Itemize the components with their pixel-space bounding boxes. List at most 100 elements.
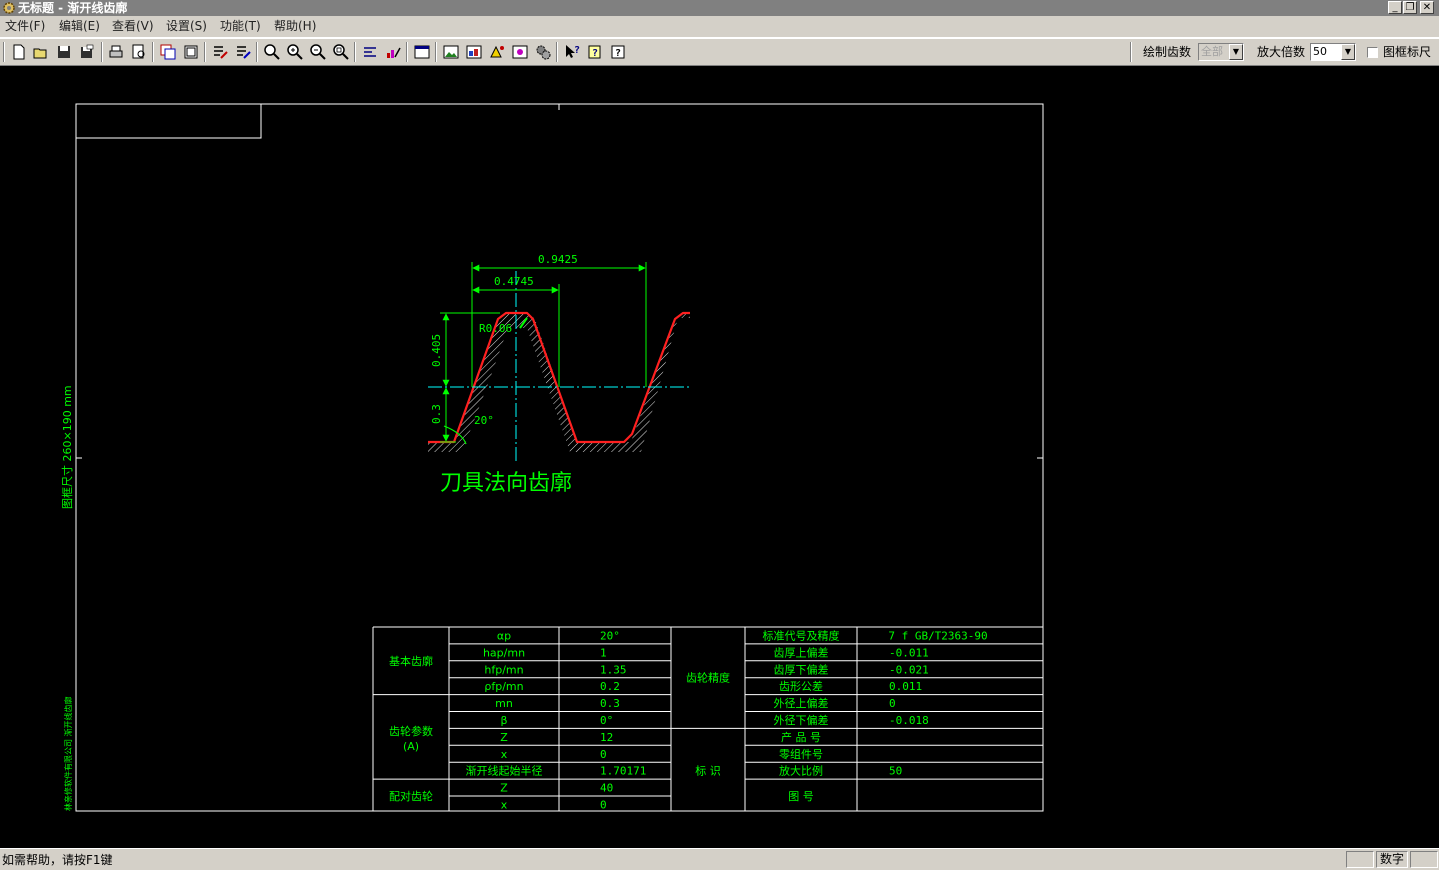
tip-radius-dimension: R0.06 — [479, 322, 512, 335]
param-name: hfp/mn — [484, 663, 523, 676]
spec-name: 齿厚上偏差 — [774, 645, 829, 659]
zoom-in-icon[interactable] — [263, 43, 281, 61]
spec-value: 0 — [889, 697, 896, 710]
menu-function[interactable]: 功能(T) — [220, 16, 261, 37]
gear-params-label: 齿轮参数 — [389, 724, 433, 738]
param-value: 0.3 — [600, 697, 620, 710]
param-name: hap/mn — [483, 646, 525, 659]
gear-count-label: 绘制齿数 — [1143, 45, 1192, 59]
print-icon[interactable] — [107, 43, 125, 61]
image-b-icon[interactable] — [465, 43, 483, 61]
context-help-icon[interactable]: ? — [563, 43, 581, 61]
app-gear-icon — [3, 2, 15, 14]
spec-name: 标准代号及精度 — [763, 628, 840, 642]
close-button[interactable]: ✕ — [1420, 1, 1434, 14]
about-help-icon[interactable]: ? — [609, 43, 627, 61]
edit-a-icon[interactable] — [211, 43, 229, 61]
help-status-text: 如需帮助，请按F1键 — [2, 853, 113, 867]
menu-file[interactable]: 文件(F) — [5, 16, 45, 37]
edit-b-icon[interactable] — [234, 43, 252, 61]
restore-button[interactable]: ❐ — [1403, 1, 1417, 14]
gear-count-select[interactable]: 全部 ▼ — [1198, 43, 1244, 61]
marking-label: 标 识 — [695, 764, 721, 778]
param-value: 20° — [600, 630, 620, 643]
status-pane-empty — [1346, 851, 1374, 868]
gear-params-sub-label: (A) — [403, 740, 419, 753]
spec-name: 放大比例 — [779, 764, 823, 778]
spec-name: 外径上偏差 — [774, 696, 829, 710]
toolbar: ? ? ? 绘制齿数 全部 ▼ 放大倍数 50 ▼ 图框标尺 — [0, 38, 1439, 66]
image-d-icon[interactable] — [511, 43, 529, 61]
spec-name: 图 号 — [788, 790, 814, 803]
menu-help[interactable]: 帮助(H) — [274, 16, 316, 37]
frame-icon[interactable] — [182, 43, 200, 61]
image-a-icon[interactable] — [442, 43, 460, 61]
spec-value: 7 f GB/T2363-90 — [888, 629, 987, 642]
open-folder-icon[interactable] — [32, 43, 50, 61]
spec-value: 50 — [889, 765, 902, 778]
chevron-down-icon: ▼ — [1229, 44, 1243, 60]
company-label: 林亲修软件有限公司 渐开线齿廓 — [63, 696, 73, 811]
frame-ruler-checkbox[interactable] — [1367, 47, 1378, 58]
save-as-icon[interactable] — [78, 43, 96, 61]
save-icon[interactable] — [55, 43, 73, 61]
spec-value: -0.021 — [889, 663, 929, 676]
window-title: 无标题 - 渐开线齿廓 — [18, 1, 128, 15]
copy-frame-icon[interactable] — [159, 43, 177, 61]
basic-profile-label: 基本齿廓 — [389, 654, 433, 668]
title-bar: 无标题 - 渐开线齿廓 _ ❐ ✕ — [0, 0, 1439, 16]
title-block-corner — [75, 103, 262, 139]
num-lock-indicator: 数字 — [1376, 851, 1408, 868]
menu-view[interactable]: 查看(V) — [112, 16, 154, 37]
gears-icon[interactable] — [534, 43, 552, 61]
param-value: 0.2 — [600, 680, 620, 693]
align-text-icon[interactable] — [361, 43, 379, 61]
param-value: 0 — [600, 748, 607, 761]
drawing-canvas[interactable]: 图框尺寸 260×190 mm 林亲修软件有限公司 渐开线齿廓 0.9425 0… — [0, 66, 1439, 848]
settings-panel-icon[interactable] — [413, 43, 431, 61]
spec-value: 0.011 — [889, 680, 922, 693]
spec-name: 产 品 号 — [781, 730, 821, 744]
zoom-window-icon[interactable] — [332, 43, 350, 61]
edit-chart-icon[interactable] — [384, 43, 402, 61]
param-value: 1 — [600, 646, 607, 659]
pressure-angle: 20° — [474, 414, 494, 427]
frame-size-label: 图框尺寸 260×190 mm — [60, 385, 74, 509]
dedendum-dimension: 0.3 — [430, 404, 443, 424]
zoom-label: 放大倍数 — [1257, 45, 1306, 59]
spec-name: 零组件号 — [779, 747, 823, 761]
param-value: 1.70171 — [600, 765, 646, 778]
new-file-icon[interactable] — [10, 43, 28, 61]
chevron-down-icon: ▼ — [1341, 44, 1355, 60]
svg-text:?: ? — [592, 48, 598, 59]
image-c-icon[interactable] — [488, 43, 506, 61]
accuracy-label: 齿轮精度 — [686, 671, 730, 685]
svg-text:?: ? — [615, 48, 621, 59]
parameter-table: αp 20° hap/mn 1 hfp/mn 1.35 ρfp/mn 0.2 mn 0.3 β 0° Z… — [372, 626, 1044, 812]
pitch-dimension: 0.9425 — [538, 253, 578, 266]
menu-settings[interactable]: 设置(S) — [166, 16, 207, 37]
param-name: ρfp/mn — [484, 680, 523, 693]
zoom-fit-icon[interactable] — [309, 43, 327, 61]
minimize-button[interactable]: _ — [1388, 1, 1402, 14]
menu-edit[interactable]: 编辑(E) — [59, 16, 100, 37]
param-value: 12 — [600, 731, 613, 744]
status-bar: 如需帮助，请按F1键 数字 — [0, 848, 1439, 870]
svg-text:?: ? — [574, 45, 580, 56]
status-pane-empty-2 — [1410, 851, 1438, 868]
note-help-icon[interactable]: ? — [586, 43, 604, 61]
spec-name: 外径下偏差 — [774, 713, 829, 727]
param-name: αp — [497, 630, 511, 643]
addendum-dimension: 0.405 — [430, 334, 443, 367]
param-value: 0° — [600, 714, 613, 727]
zoom-select[interactable]: 50 ▼ — [1310, 43, 1356, 61]
param-name: 渐开线起始半径 — [466, 764, 543, 778]
spec-name: 齿厚下偏差 — [774, 662, 829, 676]
zoom-in-plus-icon[interactable] — [286, 43, 304, 61]
frame-ruler-label: 图框标尺 — [1383, 45, 1432, 59]
param-name: x — [501, 799, 508, 812]
param-name: mn — [495, 697, 513, 710]
print-preview-icon[interactable] — [130, 43, 148, 61]
param-name: β — [500, 714, 507, 727]
menu-bar: 文件(F) 编辑(E) 查看(V) 设置(S) 功能(T) 帮助(H) — [0, 16, 1439, 38]
